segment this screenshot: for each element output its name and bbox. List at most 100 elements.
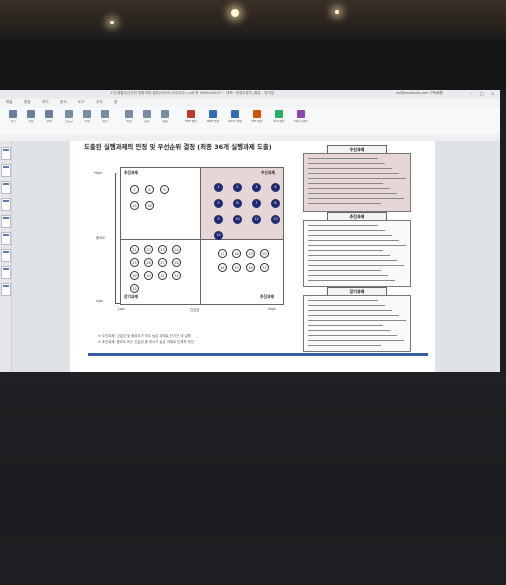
panel-text-line [308,260,397,262]
panel-text-line [308,158,378,160]
menu-window[interactable]: 창 [114,100,117,105]
ribbon-button[interactable]: 확대 [120,109,138,131]
task-marker: 5 [214,199,223,208]
account-label[interactable]: ssi@example.com 구독회원 [396,91,443,96]
panel-text-line [308,265,404,267]
ribbon-button-label: 맞춤 [162,120,168,123]
ribbon-button-label: PDF 변환 [185,120,197,123]
panel-text-line [308,240,399,242]
ribbon-button-label: 저장 [28,120,34,123]
ribbon-button[interactable]: 회전 [96,109,114,131]
ribbon-button-label: 선택 [84,120,90,123]
page-thumbnail[interactable] [1,232,11,245]
task-marker: 16 [145,201,154,210]
task-marker: 22 [144,245,153,254]
ribbon-button[interactable]: XLS 변환 [270,109,288,131]
quadrant-label-top-left: 추진과제 [124,170,138,175]
close-icon[interactable]: × [491,91,494,96]
page-footer-bar [88,353,428,356]
task-marker: 14 [214,231,223,240]
ribbon-button[interactable]: DOCX 변환 [226,109,244,131]
panel-text-line [308,250,383,252]
ribbon-button-label: 이미지 변환 [294,120,308,123]
panel-text-line [308,345,381,347]
panel-text-line [308,300,378,302]
page-thumbnail[interactable] [1,283,11,296]
ribbon-button[interactable]: 인쇄 [40,109,58,131]
task-marker: 28 [172,258,181,267]
panel-text-line [308,305,385,307]
task-marker: 15 [130,201,139,210]
minimize-icon[interactable]: – [470,91,472,96]
tool-icon [275,110,283,118]
task-marker: 13 [271,215,280,224]
menu-comments[interactable]: 주석 [96,100,103,105]
ribbon-button[interactable]: 이미지 변환 [292,109,310,131]
tool-icon [27,110,35,118]
task-marker: 18 [232,249,241,258]
page-thumbnail[interactable] [1,181,11,194]
menu-view[interactable]: 보기 [42,100,49,105]
task-marker: 3 [252,183,261,192]
task-marker: 8 [271,199,280,208]
task-marker: 23 [158,245,167,254]
background-wall [0,372,506,585]
panel-text-line [308,275,388,277]
panel-text-line [308,178,406,180]
ribbon-button-label: XLS 변환 [273,120,285,123]
ribbon-button[interactable]: PDF 변환 [182,109,200,131]
page-thumbnail[interactable] [1,198,11,211]
longterm-task-panel [303,295,411,352]
footnote: ※ 우선과제: 긴급성 및 중요도가 모두 높은 과제로 단기간 내 실행 [98,334,191,338]
background-room [0,0,506,40]
ribbon-toolbar: 열기 저장 인쇄 손도구 선택 회전 확대 축소 맞춤 PDF 변환 HWP 변환 DOCX 변환 PP… [0,107,500,135]
y-axis-high-label: High [94,171,102,175]
ribbon-button[interactable]: 저장 [22,109,40,131]
task-marker: 31 [158,271,167,280]
ribbon-button-label: PPT 변환 [251,120,263,123]
ribbon-button[interactable]: HWP 변환 [204,109,222,131]
task-marker: 6 [233,199,242,208]
page-thumbnail[interactable] [1,164,11,177]
panel-text-line [308,315,399,317]
task-marker: 9 [160,185,169,194]
panel-text-line [308,245,406,247]
panel-text-line [308,230,385,232]
promote-task-panel [303,220,411,287]
menu-edit[interactable]: 편집 [24,100,31,105]
ceiling-light [110,21,114,24]
ribbon-button[interactable]: 선택 [78,109,96,131]
page-thumbnail[interactable] [1,215,11,228]
tool-icon [101,110,109,118]
task-marker: 35 [232,263,241,272]
ribbon-button-label: 손도구 [65,120,73,123]
menu-document[interactable]: 문서 [60,100,67,105]
document-page: 도출된 실행과제의 안정 및 우선순위 결정 (최종 36개 실행과제 도출) … [70,141,435,372]
tool-icon [83,110,91,118]
maximize-icon[interactable]: □ [480,91,484,96]
task-marker: 24 [172,245,181,254]
ribbon-button-label: 열기 [10,120,16,123]
task-marker: 5 [130,185,139,194]
monitor-screen: 1)단계별우선순위 영향과제 결정(비오틱,비주리오) .pdf 한 HWind… [0,90,500,372]
panel-text-line [308,325,383,327]
task-marker: 10 [233,215,242,224]
ribbon-button[interactable]: 축소 [138,109,156,131]
ribbon-button[interactable]: PPT 변환 [248,109,266,131]
x-axis-high-label: High [268,307,276,311]
tool-icon [297,110,305,118]
panel-text-line [308,173,399,175]
task-marker: 30 [144,271,153,280]
task-marker: 27 [158,258,167,267]
page-thumbnail[interactable] [1,249,11,262]
document-canvas[interactable]: 도출된 실행과제의 안정 및 우선순위 결정 (최종 36개 실행과제 도출) … [12,141,500,372]
ribbon-button[interactable]: 맞춤 [156,109,174,131]
page-thumbnail[interactable] [1,147,11,160]
task-marker: 34 [218,263,227,272]
menu-file[interactable]: 파일 [6,100,13,105]
menu-tools[interactable]: 도구 [78,100,85,105]
ribbon-button[interactable]: 손도구 [60,109,78,131]
ribbon-button[interactable]: 열기 [4,109,22,131]
panel-text-line [308,310,392,312]
page-thumbnail[interactable] [1,266,11,279]
